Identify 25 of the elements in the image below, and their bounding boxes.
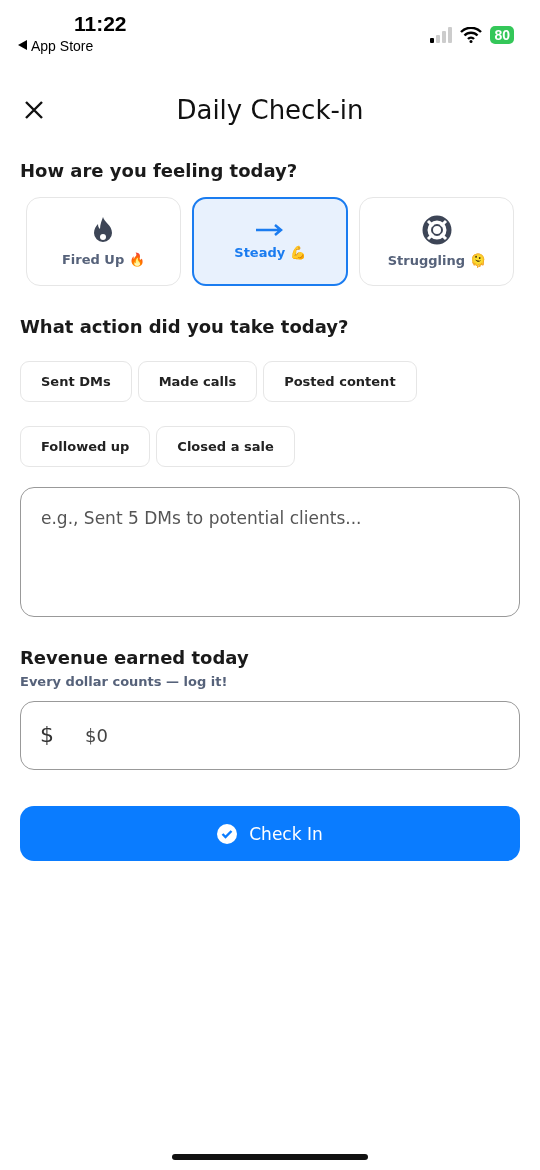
check-in-button[interactable]: Check In [20,806,520,861]
action-chip[interactable]: Sent DMs [20,361,132,402]
section-heading: What action did you take today? [20,316,350,337]
screen-title: Daily Check-in [176,95,364,125]
section-heading: Revenue earned today [20,647,250,668]
battery-level: 80 [490,26,514,44]
check-circle-icon [217,823,238,844]
wifi-icon [460,27,483,43]
mood-option[interactable]: Fired Up 🔥 [26,197,181,286]
mood-option[interactable]: Struggling 🫠 [359,197,514,286]
arrow-right-icon [255,223,285,237]
action-chip[interactable]: Posted content [263,361,417,402]
back-to-app-link[interactable]: App Store [31,38,94,54]
notes-field[interactable]: e.g., Sent 5 DMs to potential clients... [20,487,520,617]
section-heading: How are you feeling today? [20,160,299,181]
revenue-hint: Every dollar counts — log it! [20,674,229,689]
signal-icon [430,27,453,43]
action-chip[interactable]: Made calls [137,361,258,402]
mood-option[interactable]: Steady 💪 [191,197,349,286]
status-time: 11:22 [74,12,127,36]
lifebuoy-icon [421,215,452,245]
action-chip[interactable]: Followed up [20,426,151,467]
currency-symbol: $ [40,721,54,749]
action-chip[interactable]: Closed a sale [156,426,295,467]
back-triangle-icon [18,40,27,50]
